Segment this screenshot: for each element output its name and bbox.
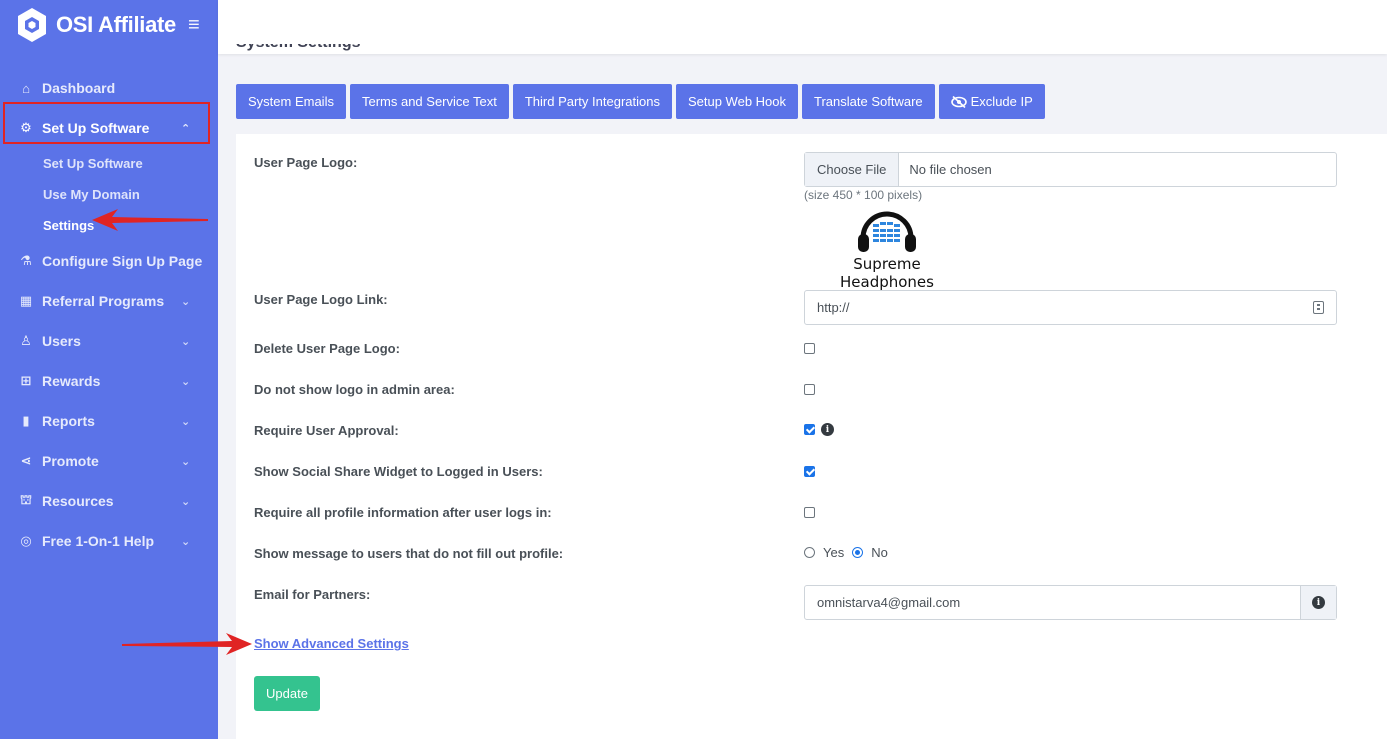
logo-link-label: User Page Logo Link:	[254, 292, 388, 307]
checkbox[interactable]	[804, 384, 815, 395]
sidebar-item-referral-programs[interactable]: ▦ Referral Programs ⌄	[0, 281, 218, 321]
email-label: Email for Partners:	[254, 587, 371, 602]
delete-logo-checkbox[interactable]	[804, 341, 815, 359]
require-approval-control: i	[804, 423, 834, 436]
store-icon: ▦	[19, 293, 33, 308]
sidebar-item-label: Free 1-On-1 Help	[42, 533, 155, 549]
chevron-down-icon: ⌄	[181, 335, 191, 348]
lifebuoy-icon: ◎	[20, 533, 32, 548]
logo-file-control: Choose File No file chosen (size 450 * 1…	[804, 152, 1337, 291]
hide-logo-checkbox[interactable]	[804, 382, 815, 400]
logo-image-text: Supreme Headphones	[840, 255, 934, 291]
settings-card: User Page Logo: Choose File No file chos…	[236, 134, 1387, 739]
tab-terms-and-service-text[interactable]: Terms and Service Text	[349, 84, 509, 119]
radio-no-label: No	[871, 545, 888, 560]
gift-icon: ⊞	[20, 373, 32, 388]
field-menu-icon	[1313, 301, 1324, 317]
radio-no[interactable]	[852, 547, 864, 558]
headphones-logo-icon	[858, 211, 916, 252]
logo-link-control: http://	[804, 290, 1337, 325]
chevron-down-icon: ⌄	[181, 535, 191, 548]
brand-title: OSI Affiliate	[56, 12, 176, 37]
sidebar-item-label: Referral Programs	[42, 293, 165, 309]
page-title: System Settings	[236, 44, 360, 54]
share-icon: ⋖	[20, 453, 32, 468]
tab-exclude-ip-label: Exclude IP	[970, 94, 1033, 109]
sidebar-item-label: Users	[42, 333, 81, 349]
require-approval-label: Require User Approval:	[254, 423, 399, 438]
logo-file-input[interactable]: Choose File No file chosen	[804, 152, 1337, 187]
social-share-checkbox[interactable]	[804, 464, 815, 482]
show-message-label: Show message to users that do not fill o…	[254, 546, 564, 561]
page-title-text: System Settings	[236, 44, 360, 54]
logo-link-input[interactable]: http://	[804, 290, 1337, 325]
sidebar-item-label: Configure Sign Up Page	[42, 253, 203, 269]
bank-icon: ⛫	[20, 492, 32, 507]
radio-yes-label: Yes	[823, 545, 845, 560]
checkbox[interactable]	[804, 507, 815, 518]
choose-file-button[interactable]: Choose File	[805, 153, 900, 186]
tab-system-emails[interactable]: System Emails	[236, 84, 346, 119]
file-name: No file chosen	[909, 162, 992, 177]
annotation-arrow-right	[122, 633, 252, 655]
chevron-down-icon: ⌄	[181, 295, 191, 308]
tab-setup-web-hook[interactable]: Setup Web Hook	[675, 84, 799, 119]
show-message-radios: Yes No	[804, 545, 888, 560]
hamburger-icon[interactable]: ≡	[188, 14, 200, 37]
email-value: omnistarva4@gmail.com	[817, 595, 961, 610]
info-icon[interactable]: i	[1312, 596, 1325, 609]
annotation-highlight-box	[3, 102, 210, 144]
eye-slash-icon	[950, 95, 967, 108]
delete-logo-label: Delete User Page Logo:	[254, 341, 400, 356]
require-profile-checkbox[interactable]	[804, 505, 815, 523]
chevron-down-icon: ⌄	[181, 455, 191, 468]
flask-icon: ⚗	[20, 253, 32, 268]
chevron-down-icon: ⌄	[181, 375, 191, 388]
topbar	[218, 0, 1387, 54]
sidebar-item-reports[interactable]: ▮ Reports ⌄	[0, 401, 218, 441]
hexagon-logo-icon	[16, 7, 48, 43]
chevron-down-icon: ⌄	[181, 495, 191, 508]
info-icon[interactable]: i	[821, 423, 834, 436]
sidebar-item-label: Promote	[42, 453, 99, 469]
chevron-down-icon: ⌄	[181, 415, 191, 428]
sidebar-item-users[interactable]: ♙ Users ⌄	[0, 321, 218, 361]
sidebar-item-promote[interactable]: ⋖ Promote ⌄	[0, 441, 218, 481]
annotation-arrow-left	[92, 209, 208, 231]
sidebar-item-label: Resources	[42, 493, 114, 509]
sidebar-item-free-help[interactable]: ◎ Free 1-On-1 Help ⌄	[0, 521, 218, 561]
user-icon: ♙	[20, 333, 32, 348]
logo-link-value: http://	[817, 300, 850, 315]
hide-logo-label: Do not show logo in admin area:	[254, 382, 455, 397]
email-info-addon: i	[1300, 586, 1336, 619]
require-approval-checkbox[interactable]	[804, 424, 815, 435]
sidebar-item-configure-sign-up-page[interactable]: ⚗ Configure Sign Up Page	[0, 241, 218, 281]
email-control: omnistarva4@gmail.com i	[804, 585, 1337, 620]
sidebar: OSI Affiliate ≡ ⌂ Dashboard ⚙ Set Up Sof…	[0, 0, 218, 739]
settings-tabs: System Emails Terms and Service Text Thi…	[236, 84, 1045, 119]
checkbox[interactable]	[804, 343, 815, 354]
bar-chart-icon: ▮	[22, 413, 30, 428]
logo-preview: Supreme Headphones	[807, 208, 967, 291]
logo-label: User Page Logo:	[254, 155, 358, 170]
home-icon: ⌂	[22, 80, 30, 96]
email-input[interactable]: omnistarva4@gmail.com i	[804, 585, 1337, 620]
show-advanced-settings-link[interactable]: Show Advanced Settings	[254, 636, 409, 651]
require-profile-label: Require all profile information after us…	[254, 505, 552, 520]
sidebar-item-rewards[interactable]: ⊞ Rewards ⌄	[0, 361, 218, 401]
size-hint: (size 450 * 100 pixels)	[804, 188, 923, 202]
update-button[interactable]: Update	[254, 676, 320, 711]
sidebar-item-label: Rewards	[42, 373, 101, 389]
checkbox[interactable]	[804, 466, 815, 477]
sidebar-item-label: Dashboard	[42, 80, 116, 96]
tab-translate-software[interactable]: Translate Software	[802, 84, 935, 119]
sidebar-item-label: Reports	[42, 413, 95, 429]
sidebar-subitem-set-up-software[interactable]: Set Up Software	[0, 148, 218, 179]
brand: OSI Affiliate ≡	[0, 0, 218, 50]
sidebar-item-resources[interactable]: ⛫ Resources ⌄	[0, 481, 218, 521]
social-share-label: Show Social Share Widget to Logged in Us…	[254, 464, 543, 479]
tab-exclude-ip[interactable]: Exclude IP	[938, 84, 1045, 119]
radio-yes[interactable]	[804, 547, 815, 558]
tab-third-party-integrations[interactable]: Third Party Integrations	[512, 84, 672, 119]
